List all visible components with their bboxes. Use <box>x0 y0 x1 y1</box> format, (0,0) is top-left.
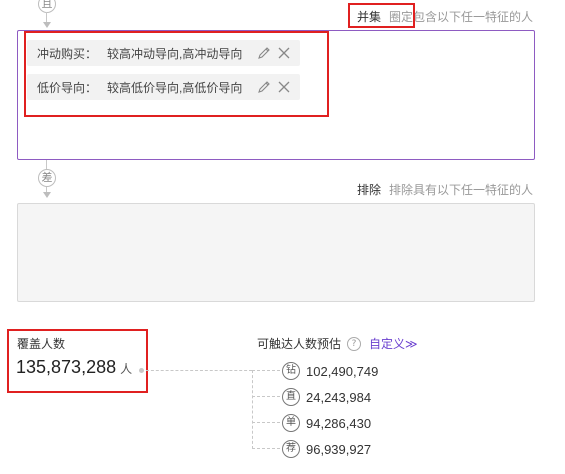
connector-line <box>146 370 252 371</box>
exclude-desc: 排除具有以下任一特征的人 <box>389 183 534 197</box>
exclude-title[interactable]: 排除 <box>357 183 381 197</box>
union-title-highlight <box>348 3 415 28</box>
reach-header: 可触达人数预估 ? 自定义≫ <box>257 335 418 352</box>
channel-row: 钻 102,490,749 <box>282 362 378 380</box>
reach-label: 可触达人数预估 <box>257 337 342 351</box>
help-icon[interactable]: ? <box>347 336 362 351</box>
channel-value: 96,939,927 <box>306 441 372 457</box>
difference-operator-icon: 差 <box>38 169 56 187</box>
arrow-down-icon <box>43 192 51 198</box>
tags-highlight <box>24 31 329 117</box>
connector-line <box>252 448 280 449</box>
arrow-down-icon <box>43 22 51 28</box>
channel-value: 102,490,749 <box>306 363 379 379</box>
exclude-condition-box[interactable] <box>17 203 535 302</box>
flow-connector <box>46 160 47 169</box>
connector-line <box>252 370 253 449</box>
channel-row: 直 24,243,984 <box>282 388 371 406</box>
connector-dot <box>139 368 144 373</box>
and-operator-icon: 且 <box>38 0 56 13</box>
channel-row: 单 94,286,430 <box>282 414 371 432</box>
exclude-header: 排除 排除具有以下任一特征的人 <box>357 181 533 198</box>
channel-value: 24,243,984 <box>306 389 372 405</box>
channel-diamond-icon: 钻 <box>282 362 300 380</box>
connector-line <box>252 422 280 423</box>
coverage-highlight <box>7 329 148 393</box>
connector-line <box>252 370 280 371</box>
custom-link[interactable]: 自定义≫ <box>369 335 418 352</box>
channel-value: 94,286,430 <box>306 415 372 431</box>
channel-recommend-icon: 荐 <box>282 440 300 458</box>
connector-line <box>252 396 280 397</box>
channel-single-icon: 单 <box>282 414 300 432</box>
channel-row: 荐 96,939,927 <box>282 440 371 458</box>
channel-direct-icon: 直 <box>282 388 300 406</box>
